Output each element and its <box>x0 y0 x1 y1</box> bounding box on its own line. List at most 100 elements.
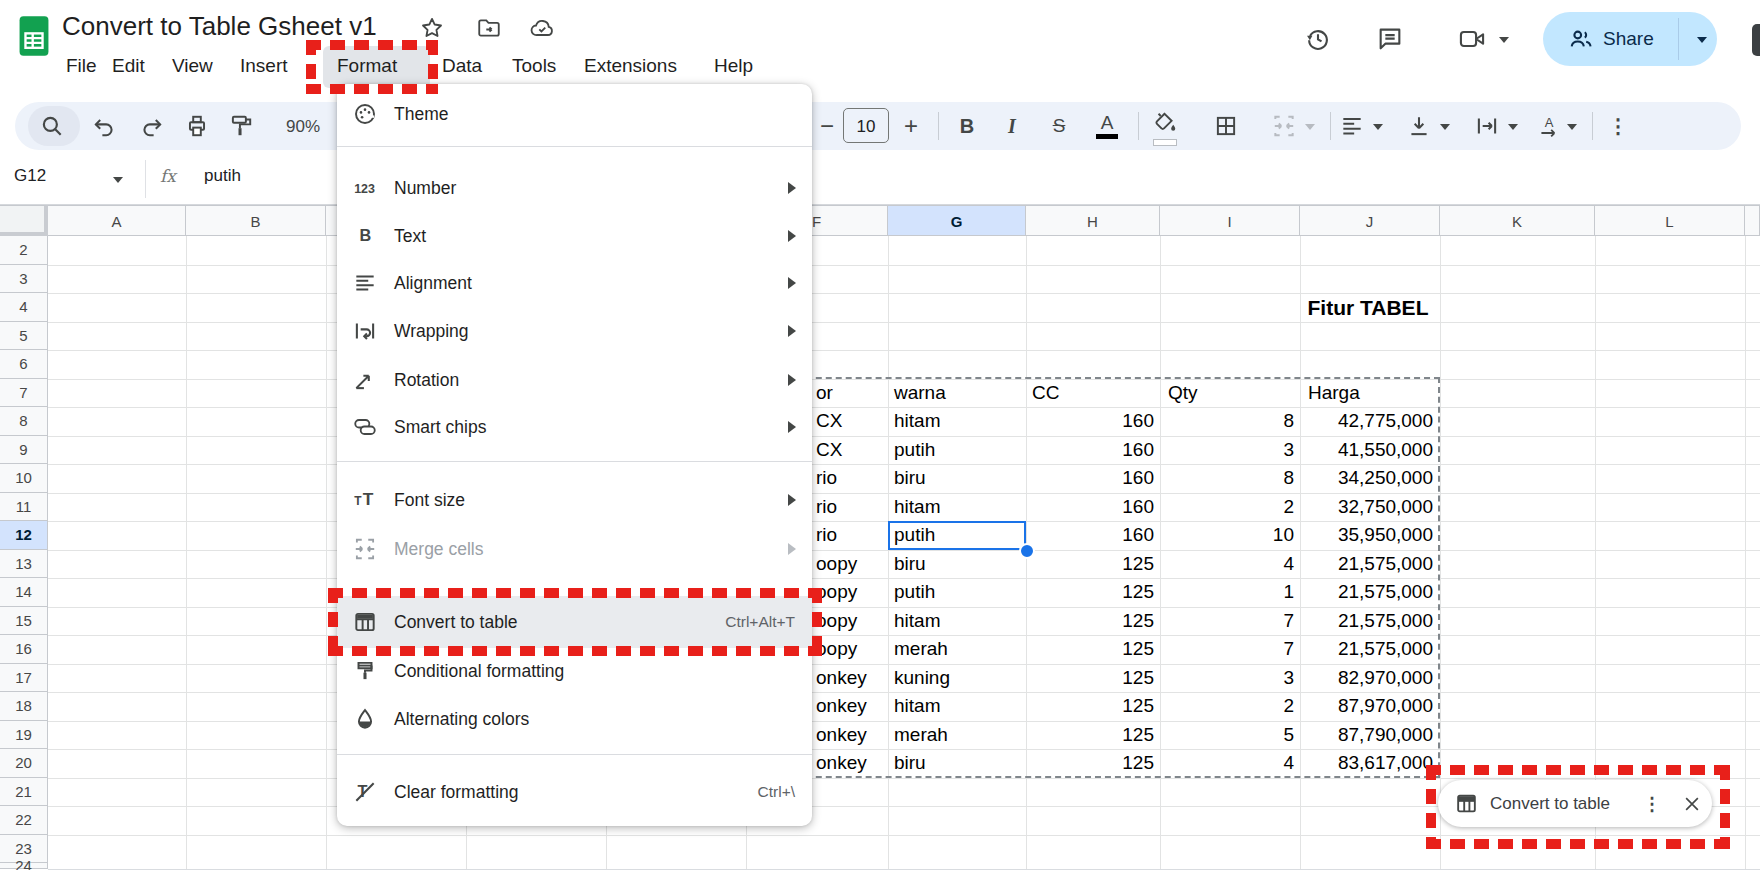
formula-bar-value[interactable]: putih <box>204 166 241 186</box>
menubar-item-format[interactable]: Format <box>337 48 397 84</box>
menu-item-theme[interactable]: Theme <box>337 90 812 138</box>
row-header-6[interactable]: 6 <box>0 350 48 379</box>
menu-item-wrapping[interactable]: Wrapping <box>337 307 812 355</box>
menu-item-text[interactable]: BText <box>337 212 812 260</box>
horizontal-align-icon[interactable] <box>1339 113 1365 139</box>
more-options-icon[interactable]: ⋮ <box>1608 114 1628 138</box>
paint-format-icon[interactable] <box>228 113 254 139</box>
row-header-14[interactable]: 14 <box>0 578 48 607</box>
increase-font-size-button[interactable]: + <box>904 112 918 140</box>
column-header-J[interactable]: J <box>1300 205 1440 236</box>
decrease-font-size-button[interactable]: − <box>820 112 834 140</box>
borders-icon[interactable] <box>1213 113 1239 139</box>
column-header-partial[interactable] <box>1745 205 1760 236</box>
video-call-dropdown-icon[interactable] <box>1499 37 1509 43</box>
search-icon[interactable] <box>39 113 65 139</box>
fill-handle[interactable] <box>1019 543 1035 559</box>
menubar-item-tools[interactable]: Tools <box>512 48 556 84</box>
menubar-item-data[interactable]: Data <box>442 48 482 84</box>
text-rotation-icon[interactable]: A <box>1536 113 1562 139</box>
row-header-2[interactable]: 2 <box>0 236 48 265</box>
row-header-12[interactable]: 12 <box>0 521 48 550</box>
toast-close-icon[interactable] <box>1682 794 1702 814</box>
move-to-folder-icon[interactable] <box>476 15 502 41</box>
italic-icon[interactable]: I <box>1008 115 1016 138</box>
row-header-13[interactable]: 13 <box>0 550 48 579</box>
zoom-control[interactable]: 90% <box>286 117 320 137</box>
menu-item-convert-to-table[interactable]: Convert to tableCtrl+Alt+T <box>337 598 812 646</box>
print-icon[interactable] <box>184 113 210 139</box>
menubar-item-file[interactable]: File <box>66 48 97 84</box>
share-button[interactable]: Share <box>1543 12 1717 66</box>
version-history-icon[interactable] <box>1304 25 1332 53</box>
toast-more-options-icon[interactable]: ⋮ <box>1643 793 1661 815</box>
row-header-10[interactable]: 10 <box>0 464 48 493</box>
horizontal-align-dropdown-icon[interactable] <box>1373 124 1383 130</box>
row-header-3[interactable]: 3 <box>0 265 48 294</box>
vertical-align-icon[interactable] <box>1406 113 1432 139</box>
share-dropdown-icon[interactable] <box>1697 37 1707 43</box>
column-header-H[interactable]: H <box>1026 205 1160 236</box>
merge-cells-icon[interactable] <box>1271 113 1297 139</box>
sheets-logo-icon[interactable] <box>18 15 50 57</box>
column-header-G[interactable]: G <box>888 205 1026 236</box>
undo-icon[interactable] <box>91 113 117 139</box>
row-header-19[interactable]: 19 <box>0 721 48 750</box>
fill-color-icon[interactable] <box>1151 110 1177 136</box>
menu-item-font-size[interactable]: TTFont size <box>337 476 812 524</box>
selected-cell-G12[interactable] <box>888 521 1026 550</box>
bold-icon[interactable]: B <box>960 115 974 138</box>
star-icon[interactable] <box>419 15 445 41</box>
merge-cells-dropdown-icon[interactable] <box>1305 124 1315 130</box>
vertical-align-dropdown-icon[interactable] <box>1440 124 1450 130</box>
menu-item-conditional-formatting[interactable]: Conditional formatting <box>337 647 812 695</box>
menubar-item-extensions[interactable]: Extensions <box>584 48 677 84</box>
row-header-18[interactable]: 18 <box>0 692 48 721</box>
row-header-5[interactable]: 5 <box>0 322 48 351</box>
column-header-L[interactable]: L <box>1595 205 1745 236</box>
menubar-item-view[interactable]: View <box>172 48 213 84</box>
row-header-9[interactable]: 9 <box>0 436 48 465</box>
row-header-7[interactable]: 7 <box>0 379 48 408</box>
row-header-17[interactable]: 17 <box>0 664 48 693</box>
column-header-I[interactable]: I <box>1160 205 1300 236</box>
document-title[interactable]: Convert to Table Gsheet v1 <box>62 11 377 42</box>
column-header-B[interactable]: B <box>186 205 326 236</box>
menu-item-alignment[interactable]: Alignment <box>337 259 812 307</box>
row-header-11[interactable]: 11 <box>0 493 48 522</box>
menu-item-clear-formatting[interactable]: TClear formattingCtrl+\ <box>337 768 812 816</box>
menubar-item-edit[interactable]: Edit <box>112 48 145 84</box>
comments-icon[interactable] <box>1376 25 1404 53</box>
menubar-item-help[interactable]: Help <box>714 48 753 84</box>
text-wrap-icon[interactable] <box>1474 113 1500 139</box>
menu-item-smart-chips[interactable]: Smart chips <box>337 403 812 451</box>
sheet-section-title[interactable]: Fitur TABEL <box>1308 296 1429 320</box>
row-header-8[interactable]: 8 <box>0 407 48 436</box>
row-header-22[interactable]: 22 <box>0 806 48 835</box>
row-header-4[interactable]: 4 <box>0 293 48 322</box>
menubar-item-insert[interactable]: Insert <box>240 48 288 84</box>
menu-item-rotation[interactable]: Rotation <box>337 356 812 404</box>
row-header-20[interactable]: 20 <box>0 749 48 778</box>
video-call-icon[interactable] <box>1458 25 1486 53</box>
name-box-dropdown-icon[interactable] <box>113 177 123 183</box>
column-header-K[interactable]: K <box>1440 205 1595 236</box>
text-rotation-dropdown-icon[interactable] <box>1567 124 1577 130</box>
menu-item-merge-cells[interactable]: Merge cells <box>337 525 812 573</box>
menu-item-alternating-colors[interactable]: Alternating colors <box>337 695 812 743</box>
text-color-icon[interactable]: A <box>1101 112 1114 134</box>
menu-item-number[interactable]: 123Number <box>337 164 812 212</box>
strikethrough-icon[interactable]: S <box>1053 115 1066 137</box>
account-avatar-sliver[interactable] <box>1752 24 1760 56</box>
row-header-15[interactable]: 15 <box>0 607 48 636</box>
text-wrap-dropdown-icon[interactable] <box>1508 124 1518 130</box>
row-header-21[interactable]: 21 <box>0 778 48 807</box>
select-all-corner[interactable] <box>0 205 48 236</box>
row-header-24[interactable]: 24 <box>0 863 48 869</box>
cloud-saved-icon[interactable] <box>529 15 555 41</box>
name-box[interactable]: G12 <box>14 166 46 186</box>
column-header-A[interactable]: A <box>48 205 186 236</box>
redo-icon[interactable] <box>139 113 165 139</box>
row-header-16[interactable]: 16 <box>0 635 48 664</box>
font-size-input[interactable]: 10 <box>843 108 889 143</box>
